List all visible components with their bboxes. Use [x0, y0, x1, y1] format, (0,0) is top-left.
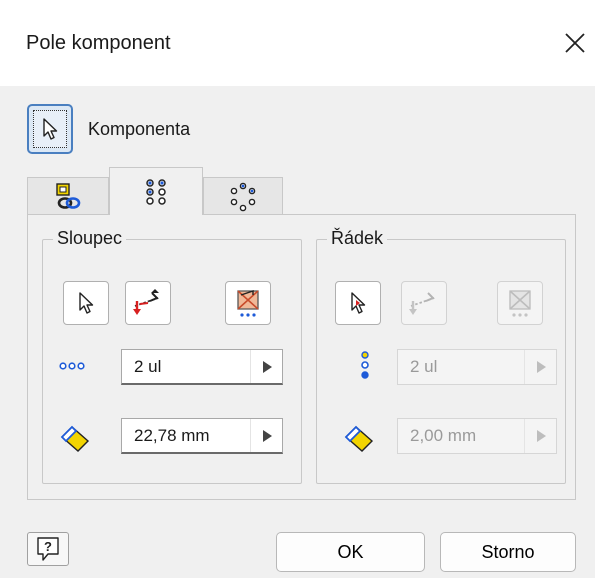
midplane-icon: [509, 290, 531, 317]
count-dots-vertical-icon: [357, 348, 373, 382]
row-flip-button: [401, 281, 447, 325]
triangle-right-icon: [262, 429, 272, 442]
select-arrow-icon: [79, 292, 94, 314]
assembly-icon: [56, 182, 81, 209]
help-icon: ?: [37, 537, 59, 561]
column-count-value: 2 ul: [134, 356, 162, 376]
row-spacing-value: 2,00 mm: [410, 426, 477, 445]
row-midplane-button: [497, 281, 543, 325]
triangle-right-icon: [262, 360, 272, 373]
row-count-value: 2 ul: [410, 357, 438, 376]
column-count-field[interactable]: 2 ul: [121, 349, 283, 385]
column-flip-button[interactable]: [125, 281, 171, 325]
row-title: Řádek: [327, 228, 388, 249]
tab-rectangular-pattern[interactable]: [109, 167, 203, 215]
row-select-button[interactable]: [335, 281, 381, 325]
tab-assembly[interactable]: [27, 177, 109, 215]
ok-button[interactable]: OK: [276, 532, 425, 572]
cancel-button[interactable]: Storno: [440, 532, 576, 572]
flip-direction-icon: [133, 289, 159, 315]
select-cursor-icon: [43, 118, 58, 140]
select-arrow-red-icon: [351, 292, 366, 314]
column-spacing-field[interactable]: 22,78 mm: [121, 418, 283, 454]
column-count-arrow[interactable]: [250, 350, 282, 383]
count-dots-icon: [57, 356, 87, 376]
title-bar: Pole komponent: [0, 0, 595, 86]
flip-direction-icon: [409, 292, 435, 315]
triangle-right-icon: [536, 430, 546, 442]
row-spacing-arrow: [524, 419, 556, 453]
svg-text:?: ?: [44, 539, 52, 554]
row-count-field: 2 ul: [397, 349, 557, 385]
circular-pattern-icon: [230, 182, 256, 211]
component-select-button[interactable]: [27, 104, 73, 154]
column-title: Sloupec: [53, 228, 127, 249]
help-button[interactable]: ?: [27, 532, 69, 566]
component-label: Komponenta: [88, 119, 191, 139]
column-spacing-value: 22,78 mm: [134, 425, 210, 445]
tab-circular-pattern[interactable]: [203, 177, 283, 215]
close-button[interactable]: [560, 28, 590, 58]
row-count-arrow: [524, 350, 556, 384]
column-spacing-arrow[interactable]: [250, 419, 282, 452]
triangle-right-icon: [536, 361, 546, 373]
close-icon: [565, 33, 585, 53]
row-spacing-field: 2,00 mm: [397, 418, 557, 454]
spacing-icon: [341, 420, 377, 456]
spacing-icon: [57, 420, 93, 456]
column-group: Sloupec 2 ul 22,78 mm: [42, 228, 302, 484]
midplane-icon: [237, 290, 259, 317]
dialog-title: Pole komponent: [26, 32, 171, 54]
column-midplane-button[interactable]: [225, 281, 271, 325]
pattern-component-dialog: Pole komponent Komponenta Sloupec 2 ul 2…: [0, 0, 595, 578]
row-group: Řádek 2 ul 2,00 mm: [316, 228, 566, 484]
column-select-button[interactable]: [63, 281, 109, 325]
tab-panel: Sloupec 2 ul 22,78 mm Řádek 2 ul 2,00 mm: [27, 214, 576, 500]
rectangular-pattern-icon: [146, 178, 166, 205]
